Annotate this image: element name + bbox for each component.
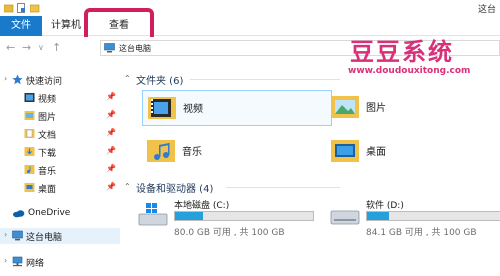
pictures-folder-icon bbox=[331, 96, 359, 118]
watermark-logo: 豆豆系统 bbox=[350, 37, 454, 66]
back-button[interactable]: ← bbox=[6, 41, 15, 54]
sidebar-label: 图片 bbox=[38, 113, 57, 123]
drive-space-text: 84.1 GB 可用 , 共 100 GB bbox=[366, 228, 477, 238]
sidebar-item-quick-access[interactable]: › 快速访问 bbox=[0, 72, 120, 88]
video-folder-icon bbox=[24, 93, 35, 102]
window-title: 这台 bbox=[477, 5, 496, 15]
sidebar-item-desktop[interactable]: 桌面 📌 bbox=[0, 180, 120, 196]
sidebar-item-videos[interactable]: 视频 📌 bbox=[0, 90, 120, 106]
expand-arrow-icon[interactable]: › bbox=[4, 74, 7, 83]
collapse-folders-icon[interactable]: ⌃ bbox=[124, 74, 131, 83]
drive-icon bbox=[330, 210, 360, 225]
expand-arrow-icon[interactable]: › bbox=[4, 256, 7, 265]
folder-tile-desktop[interactable]: 桌面 bbox=[326, 134, 500, 170]
video-folder-icon bbox=[148, 97, 176, 119]
sidebar-item-downloads[interactable]: 下载 📌 bbox=[0, 144, 120, 160]
address-path: 这台电脑 bbox=[119, 44, 151, 53]
pin-icon[interactable]: 📌 bbox=[106, 146, 116, 155]
watermark-url: www.doudouxitong.com bbox=[348, 66, 471, 76]
sidebar-label: 音乐 bbox=[38, 167, 57, 177]
folder-name: 桌面 bbox=[366, 147, 386, 158]
new-folder-icon[interactable] bbox=[30, 3, 40, 13]
sidebar-item-onedrive[interactable]: OneDrive bbox=[0, 206, 120, 222]
star-icon bbox=[12, 74, 23, 85]
pictures-folder-icon bbox=[24, 111, 35, 120]
documents-folder-icon bbox=[24, 129, 35, 138]
sidebar-label: 桌面 bbox=[38, 185, 57, 195]
music-folder-icon bbox=[147, 140, 175, 162]
sidebar-label: 文档 bbox=[38, 131, 57, 141]
forward-button[interactable]: → bbox=[22, 41, 31, 54]
pin-icon[interactable]: 📌 bbox=[106, 110, 116, 119]
windows-drive-icon bbox=[138, 203, 168, 226]
collapse-devices-icon[interactable]: ⌃ bbox=[124, 182, 131, 191]
desktop-folder-icon bbox=[331, 140, 359, 162]
sidebar-label: 快速访问 bbox=[26, 77, 63, 87]
drive-c[interactable]: 本地磁盘 (C:) 80.0 GB 可用 , 共 100 GB bbox=[138, 198, 338, 244]
section-divider bbox=[190, 79, 340, 80]
drive-usage-fill bbox=[367, 212, 390, 220]
sidebar-item-network[interactable]: › 网络 bbox=[0, 254, 120, 270]
sidebar-label: 下载 bbox=[38, 149, 57, 159]
file-explorer-window: 这台 文件 计算机 查看 ← → ∨ ↑ 这台电脑 豆豆系统 www.doudo… bbox=[0, 0, 500, 276]
pin-icon[interactable]: 📌 bbox=[106, 182, 116, 191]
pin-icon[interactable]: 📌 bbox=[106, 92, 116, 101]
navigation-pane: › 快速访问 视频 📌 图片 📌 文档 📌 下载 📌 音乐 📌 桌面 📌 One… bbox=[0, 62, 120, 276]
sidebar-item-this-pc[interactable]: › 这台电脑 bbox=[0, 228, 120, 244]
drive-name: 本地磁盘 (C:) bbox=[174, 201, 230, 211]
this-pc-icon bbox=[12, 230, 23, 241]
downloads-folder-icon bbox=[24, 147, 35, 156]
music-folder-icon bbox=[24, 165, 35, 174]
folder-name: 图片 bbox=[366, 103, 386, 114]
devices-section-header[interactable]: 设备和驱动器 (4) bbox=[136, 180, 213, 195]
section-divider bbox=[226, 187, 340, 188]
drive-usage-bar bbox=[174, 211, 314, 221]
network-icon bbox=[12, 256, 23, 267]
tab-computer[interactable]: 计算机 bbox=[48, 16, 84, 36]
drive-usage-fill bbox=[175, 212, 203, 220]
sidebar-item-music[interactable]: 音乐 📌 bbox=[0, 162, 120, 178]
folder-tile-music[interactable]: 音乐 bbox=[142, 134, 332, 170]
sidebar-label: OneDrive bbox=[28, 208, 71, 218]
tab-file[interactable]: 文件 bbox=[0, 16, 42, 36]
desktop-folder-icon bbox=[24, 183, 35, 192]
pin-icon[interactable]: 📌 bbox=[106, 164, 116, 173]
drive-d[interactable]: 软件 (D:) 84.1 GB 可用 , 共 100 GB bbox=[330, 198, 500, 244]
drive-usage-bar bbox=[366, 211, 500, 221]
sidebar-label: 网络 bbox=[26, 259, 45, 269]
folder-tile-pictures[interactable]: 图片 bbox=[326, 90, 500, 126]
recent-locations-dropdown[interactable]: ∨ bbox=[38, 43, 44, 52]
sidebar-label: 视频 bbox=[38, 95, 57, 105]
this-pc-icon bbox=[104, 43, 115, 53]
quick-access-toolbar-icon[interactable] bbox=[4, 3, 14, 13]
sidebar-item-documents[interactable]: 文档 📌 bbox=[0, 126, 120, 142]
drive-name: 软件 (D:) bbox=[366, 201, 404, 211]
folders-section-header[interactable]: 文件夹 (6) bbox=[136, 72, 183, 87]
onedrive-cloud-icon bbox=[13, 210, 25, 218]
folder-name: 视频 bbox=[183, 104, 203, 115]
folder-name: 音乐 bbox=[182, 147, 202, 158]
up-button[interactable]: ↑ bbox=[52, 41, 61, 54]
title-bar: 这台 bbox=[0, 0, 500, 16]
drive-space-text: 80.0 GB 可用 , 共 100 GB bbox=[174, 228, 285, 238]
expand-arrow-icon[interactable]: › bbox=[4, 230, 7, 239]
properties-icon[interactable] bbox=[16, 3, 26, 13]
sidebar-item-pictures[interactable]: 图片 📌 bbox=[0, 108, 120, 124]
sidebar-label: 这台电脑 bbox=[26, 233, 63, 243]
pin-icon[interactable]: 📌 bbox=[106, 128, 116, 137]
folder-tile-videos[interactable]: 视频 bbox=[142, 90, 332, 126]
